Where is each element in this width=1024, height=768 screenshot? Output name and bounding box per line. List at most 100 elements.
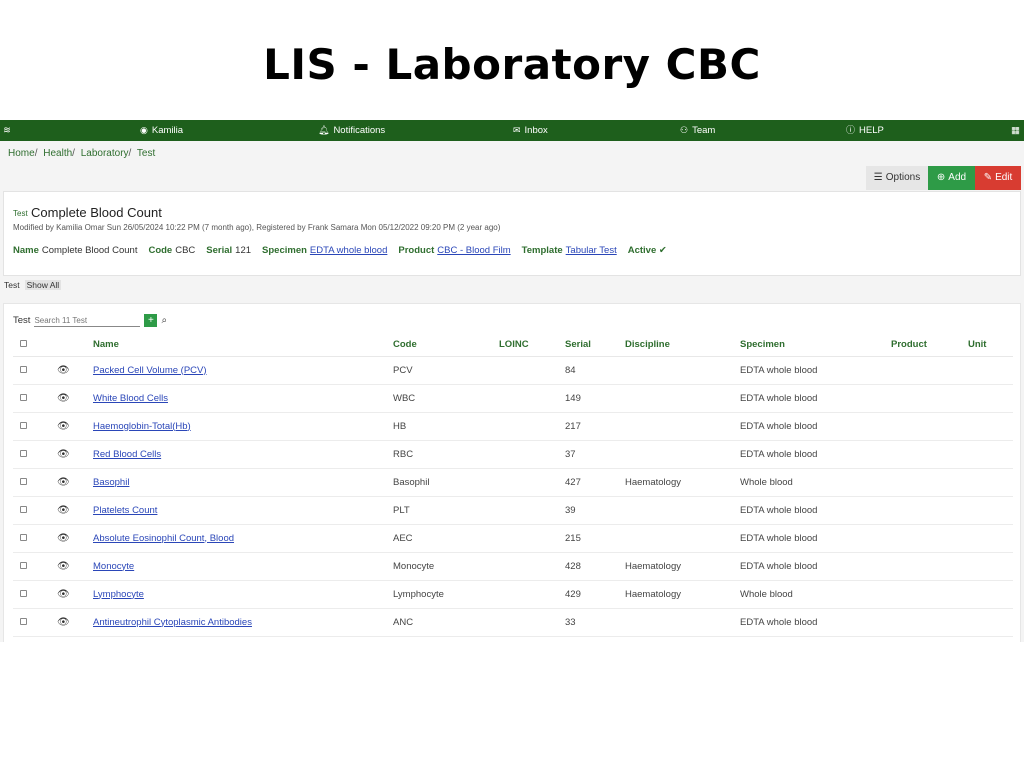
action-bar: ☰ Options ⊕ Add ✎ Edit (866, 166, 1021, 190)
field-template-link[interactable]: Tabular Test (566, 245, 617, 256)
field-code-value: CBC (175, 245, 196, 256)
column-header-serial[interactable]: Serial (565, 334, 625, 357)
row-checkbox[interactable] (20, 393, 27, 401)
user-name: Kamilia (151, 125, 184, 136)
cell-specimen: EDTA whole blood (740, 440, 891, 469)
row-checkbox[interactable] (20, 449, 27, 457)
field-product-link[interactable]: CBC - Blood Film (437, 245, 510, 256)
edit-button[interactable]: ✎ Edit (975, 166, 1021, 190)
search-icon[interactable]: ⌕ (161, 315, 167, 326)
plus-circle-icon: ⊕ (936, 172, 946, 183)
edit-label: Edit (995, 172, 1013, 183)
test-name-link[interactable]: Lymphocyte (93, 589, 144, 600)
field-product: Product CBC - Blood Film (398, 245, 510, 256)
team-label: Team (692, 125, 716, 136)
help-menu[interactable]: ⓘ HELP (846, 120, 884, 141)
layers-menu-icon[interactable]: ≋ (3, 120, 11, 141)
test-name-link[interactable]: Platelets Count (93, 505, 157, 516)
tab-show-all[interactable]: Show All (24, 280, 62, 290)
table-row[interactable]: 👁︎ Platelets Count PLT 39 EDTA whole blood (13, 496, 1013, 525)
options-button[interactable]: ☰ Options (866, 166, 928, 190)
cell-serial: 215 (565, 524, 625, 553)
eye-icon[interactable]: 👁︎ (57, 477, 70, 488)
cell-product (891, 552, 968, 581)
table-row[interactable]: 👁︎ Antineutrophil Cytoplasmic Antibodies A… (13, 608, 1013, 637)
eye-icon[interactable]: 👁︎ (57, 533, 70, 544)
select-all-checkbox[interactable] (20, 340, 27, 348)
test-name-link[interactable]: Haemoglobin-Total(Hb) (93, 421, 191, 432)
cell-specimen: Whole blood (740, 580, 891, 609)
cell-serial: 39 (565, 496, 625, 525)
eye-icon[interactable]: 👁︎ (57, 617, 70, 628)
column-header-unit[interactable]: Unit (968, 334, 1013, 357)
cell-specimen: EDTA whole blood (740, 608, 891, 637)
cell-discipline (625, 524, 740, 553)
team-menu[interactable]: ⚇ Team (680, 120, 715, 141)
row-checkbox[interactable] (20, 617, 27, 625)
notifications-label: Notifications (333, 125, 386, 136)
breadcrumb-home[interactable]: Home (8, 148, 35, 159)
table-row[interactable]: 👁︎ Haemoglobin-Total(Hb) HB 217 EDTA whole b… (13, 412, 1013, 441)
table-row[interactable]: 👁︎ White Blood Cells WBC 149 EDTA whole bloo… (13, 384, 1013, 413)
test-name-link[interactable]: Antineutrophil Cytoplasmic Antibodies (93, 617, 252, 628)
eye-icon[interactable]: 👁︎ (57, 589, 70, 600)
user-menu[interactable]: ◉ Kamilia (140, 120, 183, 141)
search-input[interactable] (34, 314, 141, 327)
row-checkbox[interactable] (20, 421, 27, 429)
cell-serial: 428 (565, 552, 625, 581)
eye-icon[interactable]: 👁︎ (57, 449, 70, 460)
add-button[interactable]: ⊕ Add (928, 166, 975, 190)
eye-icon[interactable]: 👁︎ (57, 561, 70, 572)
eye-icon[interactable]: 👁︎ (57, 505, 70, 516)
add-test-button[interactable]: + (144, 314, 158, 327)
cell-code: Lymphocyte (393, 580, 499, 609)
table-row[interactable]: 👁︎ Red Blood Cells RBC 37 EDTA whole blood (13, 440, 1013, 469)
column-header-loinc[interactable]: LOINC (499, 334, 565, 357)
eye-icon[interactable]: 👁︎ (57, 365, 70, 376)
cell-discipline: Haematology (625, 580, 740, 609)
table-row[interactable]: 👁︎ Absolute Eosinophil Count, Blood AEC 215… (13, 524, 1013, 553)
table-row[interactable]: 👁︎ Lymphocyte Lymphocyte 429 Haematology Whol… (13, 580, 1013, 609)
row-checkbox[interactable] (20, 477, 27, 485)
column-header-discipline[interactable]: Discipline (625, 334, 740, 357)
record-fields: Name Complete Blood Count Code CBC Serial 1… (13, 245, 670, 256)
row-checkbox[interactable] (20, 505, 27, 513)
test-name-link[interactable]: Basophil (93, 477, 129, 488)
column-header-code[interactable]: Code (393, 334, 499, 357)
record-audit-meta: Modified by Kamilia Omar Sun 26/05/2024 … (13, 223, 501, 232)
search-row: Test + ⌕ (13, 314, 167, 327)
test-name-link[interactable]: Monocyte (93, 561, 134, 572)
row-checkbox[interactable] (20, 561, 27, 569)
field-specimen-label: Specimen (262, 245, 307, 256)
table-row[interactable]: 👁︎ Basophil Basophil 427 Haematology Whole bl… (13, 468, 1013, 497)
test-name-link[interactable]: Packed Cell Volume (PCV) (93, 365, 207, 376)
table-row[interactable]: 👁︎ Packed Cell Volume (PCV) PCV 84 EDTA whol… (13, 356, 1013, 385)
breadcrumb-laboratory[interactable]: Laboratory (81, 148, 129, 159)
cell-unit (968, 496, 1013, 525)
inbox-label: Inbox (524, 125, 548, 136)
cell-discipline (625, 384, 740, 413)
cell-discipline: Haematology (625, 552, 740, 581)
inbox-menu[interactable]: ✉ Inbox (513, 120, 548, 141)
test-name-link[interactable]: Absolute Eosinophil Count, Blood (93, 533, 234, 544)
row-checkbox[interactable] (20, 365, 27, 373)
row-checkbox[interactable] (20, 533, 27, 541)
table-row[interactable]: 👁︎ Monocyte Monocyte 428 Haematology EDTA who… (13, 552, 1013, 581)
cell-serial: 217 (565, 412, 625, 441)
column-header-name[interactable]: Name (93, 334, 393, 357)
column-header-product[interactable]: Product (891, 334, 968, 357)
cell-loinc (499, 356, 565, 385)
test-name-link[interactable]: Red Blood Cells (93, 449, 161, 460)
eye-icon[interactable]: 👁︎ (57, 421, 70, 432)
row-checkbox[interactable] (20, 589, 27, 597)
options-label: Options (885, 172, 921, 183)
column-header-specimen[interactable]: Specimen (740, 334, 891, 357)
notifications-menu[interactable]: 🔔︎ Notifications (318, 120, 385, 141)
field-specimen-link[interactable]: EDTA whole blood (310, 245, 387, 256)
test-name-link[interactable]: White Blood Cells (93, 393, 168, 404)
tab-test[interactable]: Test (4, 280, 20, 290)
apps-grid-icon[interactable]: ▦ (1011, 120, 1020, 141)
top-navigation-bar: ≋ ◉ Kamilia 🔔︎ Notifications ✉ Inbox ⚇ T… (0, 120, 1024, 141)
breadcrumb-health[interactable]: Health (43, 148, 72, 159)
eye-icon[interactable]: 👁︎ (57, 393, 70, 404)
